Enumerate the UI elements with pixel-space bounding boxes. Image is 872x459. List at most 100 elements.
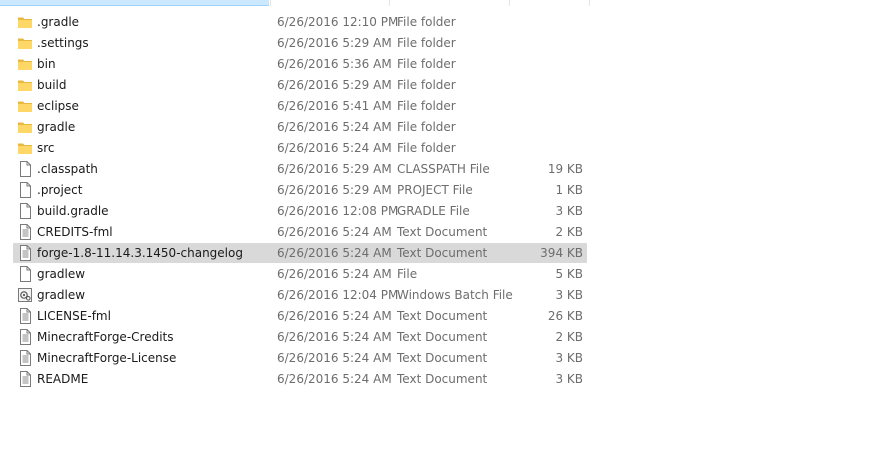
file-name: gradlew	[37, 267, 86, 281]
file-date-modified: 6/26/2016 12:10 PM	[277, 15, 399, 29]
file-row[interactable]: build 6/26/2016 5:29 AM File folder	[13, 75, 587, 95]
file-type: GRADLE File	[397, 204, 470, 218]
folder-icon	[17, 98, 33, 114]
text-document-icon	[17, 350, 33, 366]
file-name: eclipse	[37, 99, 79, 113]
file-type: Text Document	[397, 372, 488, 386]
file-row[interactable]: bin 6/26/2016 5:36 AM File folder	[13, 54, 587, 74]
file-date-modified: 6/26/2016 5:36 AM	[277, 57, 392, 71]
file-type: File folder	[397, 78, 456, 92]
file-date-modified: 6/26/2016 5:24 AM	[277, 351, 392, 365]
folder-icon	[17, 77, 33, 93]
file-row[interactable]: .project 6/26/2016 5:29 AM PROJECT File 1 K…	[13, 180, 587, 200]
file-type: File folder	[397, 15, 456, 29]
file-name: forge-1.8-11.14.3.1450-changelog	[37, 246, 243, 260]
text-document-icon	[17, 224, 33, 240]
file-row[interactable]: build.gradle 6/26/2016 12:08 PM GRADLE Fil…	[13, 201, 587, 221]
file-size: 26 KB	[547, 309, 583, 323]
file-name: bin	[37, 57, 56, 71]
file-size: 3 KB	[555, 372, 583, 386]
file-date-modified: 6/26/2016 5:41 AM	[277, 99, 392, 113]
file-type: File folder	[397, 36, 456, 50]
file-size: 394 KB	[540, 246, 583, 260]
file-size: 3 KB	[555, 204, 583, 218]
file-date-modified: 6/26/2016 12:08 PM	[277, 204, 399, 218]
file-type: Text Document	[397, 351, 488, 365]
file-type: File folder	[397, 141, 456, 155]
file-type: PROJECT File	[397, 183, 473, 197]
folder-icon	[17, 35, 33, 51]
batch-file-icon	[17, 287, 33, 303]
file-name: gradle	[37, 120, 76, 134]
file-row[interactable]: CREDITS-fml 6/26/2016 5:24 AM Text Documen…	[13, 222, 587, 242]
text-document-icon	[17, 245, 33, 261]
file-type: File folder	[397, 99, 456, 113]
file-row[interactable]: .settings 6/26/2016 5:29 AM File folder	[13, 33, 587, 53]
column-divider[interactable]	[509, 0, 510, 6]
file-row[interactable]: .classpath 6/26/2016 5:29 AM CLASSPATH Fil…	[13, 159, 587, 179]
file-type: CLASSPATH File	[397, 162, 490, 176]
file-row[interactable]: gradlew 6/26/2016 5:24 AM File 5 KB	[13, 264, 587, 284]
file-name: src	[37, 141, 55, 155]
text-document-icon	[17, 308, 33, 324]
file-date-modified: 6/26/2016 12:04 PM	[277, 288, 399, 302]
file-name: .settings	[37, 36, 89, 50]
file-name: build	[37, 78, 67, 92]
file-row[interactable]: MinecraftForge-Credits 6/26/2016 5:24 AM T…	[13, 327, 587, 347]
file-name: README	[37, 372, 89, 386]
text-document-icon	[17, 371, 33, 387]
file-date-modified: 6/26/2016 5:24 AM	[277, 330, 392, 344]
file-type: Windows Batch File	[397, 288, 513, 302]
file-date-modified: 6/26/2016 5:29 AM	[277, 78, 392, 92]
column-divider[interactable]	[270, 0, 271, 6]
file-size: 19 KB	[547, 162, 583, 176]
file-row[interactable]: eclipse 6/26/2016 5:41 AM File folder	[13, 96, 587, 116]
file-date-modified: 6/26/2016 5:24 AM	[277, 309, 392, 323]
file-date-modified: 6/26/2016 5:29 AM	[277, 36, 392, 50]
file-date-modified: 6/26/2016 5:24 AM	[277, 120, 392, 134]
file-size: 3 KB	[555, 351, 583, 365]
file-row[interactable]: MinecraftForge-License 6/26/2016 5:24 AM T…	[13, 348, 587, 368]
file-type: Text Document	[397, 225, 488, 239]
file-size: 3 KB	[555, 288, 583, 302]
folder-icon	[17, 56, 33, 72]
file-row[interactable]: .gradle 6/26/2016 12:10 PM File folder	[13, 12, 587, 32]
file-name: .classpath	[37, 162, 98, 176]
column-header-strip	[0, 0, 590, 6]
file-row[interactable]: README 6/26/2016 5:24 AM Text Document 3 KB	[13, 369, 587, 389]
file-row[interactable]: src 6/26/2016 5:24 AM File folder	[13, 138, 587, 158]
file-date-modified: 6/26/2016 5:29 AM	[277, 183, 392, 197]
file-type: File	[397, 267, 418, 281]
file-name: LICENSE-fml	[37, 309, 111, 323]
file-size: 2 KB	[555, 330, 583, 344]
file-name: .project	[37, 183, 83, 197]
column-divider[interactable]	[589, 0, 590, 6]
blank-file-icon	[17, 266, 33, 282]
text-document-icon	[17, 329, 33, 345]
file-date-modified: 6/26/2016 5:24 AM	[277, 246, 392, 260]
folder-icon	[17, 119, 33, 135]
file-name: .gradle	[37, 15, 80, 29]
column-divider[interactable]	[389, 0, 390, 6]
blank-file-icon	[17, 161, 33, 177]
file-name: CREDITS-fml	[37, 225, 113, 239]
file-row[interactable]: forge-1.8-11.14.3.1450-changelog 6/26/201…	[13, 243, 587, 263]
file-type: Text Document	[397, 309, 488, 323]
name-column-header[interactable]	[0, 0, 269, 6]
file-type: Text Document	[397, 330, 488, 344]
file-size: 1 KB	[555, 183, 583, 197]
file-name: build.gradle	[37, 204, 109, 218]
file-size: 2 KB	[555, 225, 583, 239]
file-type: File folder	[397, 120, 456, 134]
file-row[interactable]: gradle 6/26/2016 5:24 AM File folder	[13, 117, 587, 137]
file-date-modified: 6/26/2016 5:24 AM	[277, 267, 392, 281]
file-date-modified: 6/26/2016 5:24 AM	[277, 225, 392, 239]
blank-file-icon	[17, 203, 33, 219]
file-name: MinecraftForge-Credits	[37, 330, 174, 344]
folder-icon	[17, 140, 33, 156]
file-row[interactable]: LICENSE-fml 6/26/2016 5:24 AM Text Documen…	[13, 306, 587, 326]
file-name: MinecraftForge-License	[37, 351, 177, 365]
file-row[interactable]: gradlew 6/26/2016 12:04 PM Windows Batch F…	[13, 285, 587, 305]
file-date-modified: 6/26/2016 5:29 AM	[277, 162, 392, 176]
folder-icon	[17, 14, 33, 30]
